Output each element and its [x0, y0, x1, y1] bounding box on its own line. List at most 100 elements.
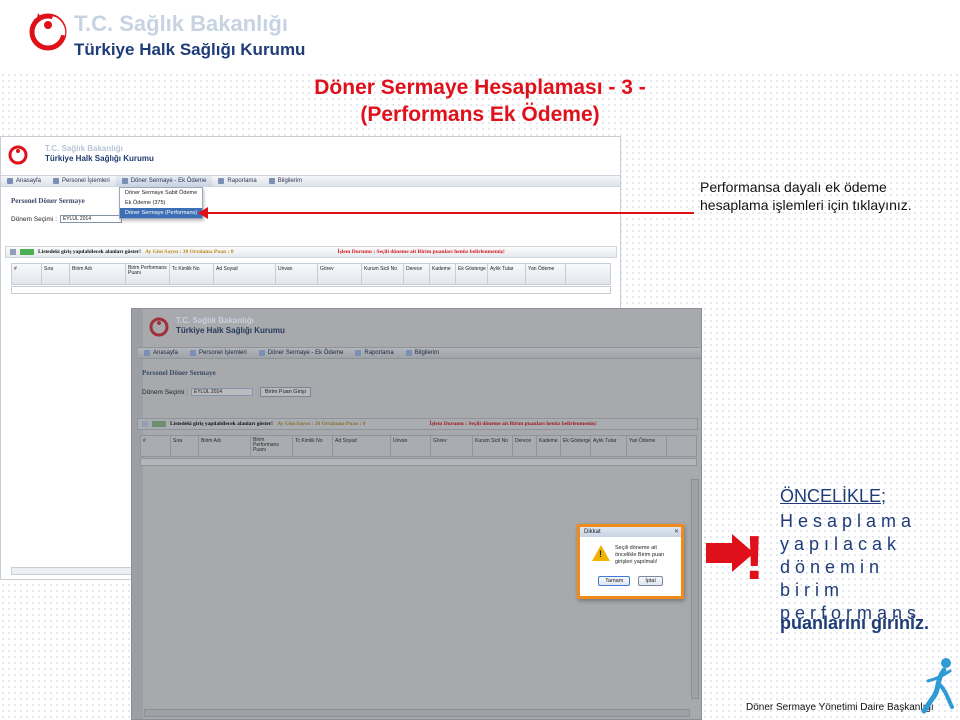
period-row: Dönem Seçimi : EYLÜL 2014 Birim Puan Gir… [142, 387, 311, 397]
column-header[interactable]: Unvan [391, 436, 431, 456]
runner-figure-icon [921, 658, 954, 714]
excel-icon[interactable] [152, 421, 166, 427]
period-row: Dönem Seçimi : EYLÜL 2014 [11, 215, 122, 223]
grid-filter-row[interactable] [11, 286, 611, 294]
column-header[interactable]: Ad Soyad [214, 264, 276, 284]
instruction-note: Performansa dayalı ek ödeme hesaplama iş… [700, 179, 912, 213]
column-header[interactable]: Tc Kimlik No [170, 264, 214, 284]
refresh-icon[interactable] [10, 249, 16, 255]
menu-item-performans[interactable]: Döner Sermaye (Performans) [120, 208, 202, 218]
excel-icon[interactable] [20, 249, 34, 255]
toolbar-status: İşlem Durumu : Seçili döneme ait Birim p… [429, 421, 597, 427]
column-header[interactable]: Birim Adı [199, 436, 251, 456]
column-header[interactable]: Görev [318, 264, 362, 284]
org-title: T.C. Sağlık Bakanlığı [74, 11, 288, 36]
slide-title: Döner Sermaye Hesaplaması - 3 - (Perform… [200, 74, 760, 128]
money-icon [258, 350, 265, 356]
column-header[interactable]: Unvan [276, 264, 318, 284]
menu-item-sabit-odeme[interactable]: Döner Sermaye Sabit Ödeme [120, 188, 202, 198]
column-header[interactable]: Ad Soyad [333, 436, 391, 456]
user-icon [268, 178, 275, 184]
grid-filter-row[interactable] [140, 458, 697, 466]
dialog-message: Seçili döneme ait öncelikle Birim puan g… [615, 545, 665, 565]
dialog-title: Dikkat [584, 529, 601, 535]
slide-title-line1: Döner Sermaye Hesaplaması - 3 - [314, 76, 646, 99]
slide-title-line2: (Performans Ek Ödeme) [360, 103, 600, 126]
grid-header: # Sıra Birim Adı Birim Performans Puanı … [140, 435, 697, 457]
grid-header: # Sıra Birim Adı Birim Performans Puanı … [11, 263, 611, 285]
column-header[interactable]: Yan Ödeme [627, 436, 667, 456]
cancel-button[interactable]: İptal [638, 576, 663, 586]
toolbar-text: Listedeki giriş yapılabilecek alanları g… [38, 249, 141, 255]
page-title: Personel Döner Sermaye [142, 369, 216, 377]
ok-button[interactable]: Tamam [598, 576, 631, 586]
toolbar-status: İşlem Durumu : Seçili döneme ait Birim p… [337, 249, 505, 255]
app-logo-icon [149, 317, 169, 337]
home-icon [7, 178, 13, 184]
column-header[interactable]: Kademe [430, 264, 456, 284]
app-screenshot-2: T.C. Sağlık Bakanlığı Türkiye Halk Sağlı… [131, 308, 702, 720]
nav-doner-sermaye[interactable]: Döner Sermaye - Ek Ödeme [115, 176, 213, 186]
period-label: Dönem Seçimi : [142, 388, 188, 396]
period-select[interactable]: EYLÜL 2014 [59, 215, 122, 223]
column-header[interactable]: Tc Kimlik No [293, 436, 333, 456]
column-header[interactable]: Sıra [171, 436, 199, 456]
priority-heading: ÖNCELİKLE; [780, 486, 887, 506]
app-header: T.C. Sağlık Bakanlığı Türkiye Halk Sağlı… [1, 137, 620, 173]
vertical-scrollbar[interactable] [691, 479, 699, 699]
nav-personel[interactable]: Personel İşlemleri [184, 350, 253, 356]
column-header[interactable]: Sıra [42, 264, 70, 284]
app-nav: Anasayfa Personel İşlemleri Döner Sermay… [1, 175, 620, 187]
home-icon [144, 350, 150, 356]
nav-bilgilerim[interactable]: Bilgilerim [263, 178, 308, 184]
grid-toolbar: Listedeki giriş yapılabilecek alanları g… [5, 246, 617, 258]
horizontal-scrollbar[interactable] [144, 709, 690, 717]
birim-puan-button[interactable]: Birim Puan Girişi [259, 387, 311, 397]
chart-icon [218, 178, 225, 184]
people-icon [53, 178, 60, 184]
column-header[interactable]: # [141, 436, 171, 456]
dialog-body: ! Seçili döneme ait öncelikle Birim puan… [580, 537, 681, 570]
app-title: T.C. Sağlık Bakanlığı [45, 144, 123, 153]
nav-anasayfa[interactable]: Anasayfa [138, 350, 184, 356]
money-icon [121, 178, 128, 184]
column-header[interactable]: Birim Performans Puanı [251, 436, 293, 456]
nav-doner-sermaye[interactable]: Döner Sermaye - Ek Ödeme [253, 350, 350, 356]
column-header[interactable]: Birim Performans Puanı [126, 264, 170, 284]
priority-text-tail: puanlarını giriniz. [780, 613, 930, 633]
column-header[interactable]: Yan Ödeme [526, 264, 566, 284]
column-header[interactable]: Kurum Sicil No [362, 264, 404, 284]
priority-text: Hesaplama yapılacak dönemin birim perfor… [780, 511, 922, 623]
column-header[interactable]: Ek Gösterge [561, 436, 591, 456]
menu-item-ek-odeme[interactable]: Ek Ödeme (375) [120, 198, 202, 208]
column-header[interactable]: Kademe [537, 436, 561, 456]
app-title: T.C. Sağlık Bakanlığı [176, 316, 254, 325]
period-select[interactable]: EYLÜL 2014 [190, 388, 253, 396]
column-header[interactable]: Ek Gösterge [456, 264, 488, 284]
close-icon[interactable]: ✕ [674, 527, 679, 537]
column-header[interactable]: Derece [404, 264, 430, 284]
nav-raporlama[interactable]: Raporlama [212, 178, 262, 184]
grid-toolbar: Listedeki giriş yapılabilecek alanları g… [137, 418, 698, 430]
dialog-titlebar: Dikkat ✕ [580, 527, 681, 537]
refresh-icon[interactable] [142, 421, 148, 427]
column-header[interactable]: Birim Adı [70, 264, 126, 284]
nav-personel[interactable]: Personel İşlemleri [47, 178, 116, 184]
column-header[interactable]: Derece [513, 436, 537, 456]
column-header[interactable]: Görev [431, 436, 473, 456]
dialog-buttons: Tamam İptal [580, 576, 681, 586]
pointer-arrow-line [204, 212, 694, 214]
app-logo-icon [8, 145, 28, 165]
nav-raporlama[interactable]: Raporlama [349, 350, 399, 356]
column-header[interactable]: # [12, 264, 42, 284]
page-title: Personel Döner Sermaye [11, 197, 85, 205]
column-header[interactable]: Kurum Sicil No [473, 436, 513, 456]
column-header[interactable]: Aylık Tutar [488, 264, 526, 284]
toolbar-gun: Ay Gün Sayısı : 30 Ortalama Puan : 0 [276, 421, 366, 427]
warning-icon: ! [592, 545, 610, 561]
org-subtitle: Türkiye Halk Sağlığı Kurumu [74, 40, 306, 59]
nav-anasayfa[interactable]: Anasayfa [1, 178, 47, 184]
column-header[interactable]: Aylık Tutar [591, 436, 627, 456]
footer-text: Döner Sermaye Yönetimi Daire Başkanlığı [746, 702, 934, 713]
nav-bilgilerim[interactable]: Bilgilerim [400, 350, 445, 356]
